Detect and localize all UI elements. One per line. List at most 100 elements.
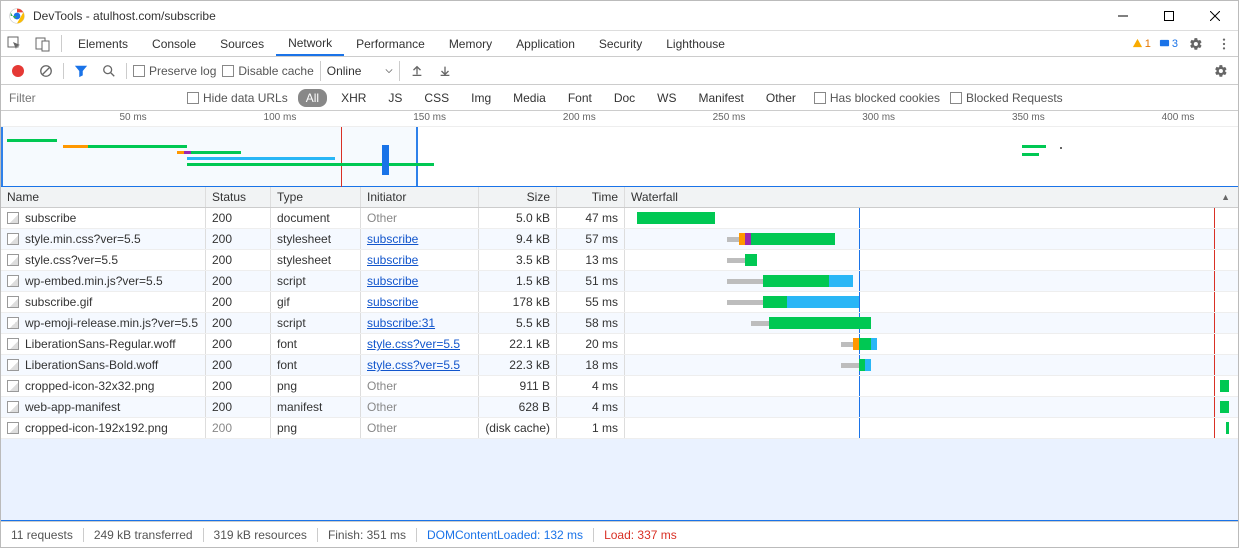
minimize-button[interactable] bbox=[1100, 1, 1146, 31]
filter-type-img[interactable]: Img bbox=[463, 89, 499, 107]
table-row[interactable]: web-app-manifest200manifestOther628 B4 m… bbox=[1, 397, 1238, 418]
tab-console[interactable]: Console bbox=[140, 31, 208, 56]
request-type: font bbox=[271, 355, 361, 375]
upload-har-icon[interactable] bbox=[406, 60, 428, 82]
download-har-icon[interactable] bbox=[434, 60, 456, 82]
file-icon bbox=[7, 338, 19, 350]
throttling-select[interactable]: Online bbox=[320, 61, 401, 81]
table-row[interactable]: subscribe200documentOther5.0 kB47 ms bbox=[1, 208, 1238, 229]
request-time: 20 ms bbox=[557, 334, 625, 354]
request-size: 5.5 kB bbox=[479, 313, 557, 333]
request-name: subscribe.gif bbox=[25, 295, 92, 309]
network-settings-icon[interactable] bbox=[1210, 60, 1232, 82]
blocked-requests-checkbox[interactable]: Blocked Requests bbox=[950, 91, 1063, 105]
request-initiator: Other bbox=[361, 418, 479, 438]
filter-type-all[interactable]: All bbox=[298, 89, 327, 107]
table-row[interactable]: wp-emoji-release.min.js?ver=5.5200script… bbox=[1, 313, 1238, 334]
status-requests: 11 requests bbox=[11, 528, 73, 542]
request-status: 200 bbox=[206, 313, 271, 333]
filter-toggle-icon[interactable] bbox=[70, 60, 92, 82]
tab-memory[interactable]: Memory bbox=[437, 31, 504, 56]
close-button[interactable] bbox=[1192, 1, 1238, 31]
clear-button[interactable] bbox=[35, 60, 57, 82]
tab-application[interactable]: Application bbox=[504, 31, 587, 56]
request-waterfall bbox=[625, 376, 1238, 396]
table-row[interactable]: style.css?ver=5.5200stylesheetsubscribe3… bbox=[1, 250, 1238, 271]
tab-performance[interactable]: Performance bbox=[344, 31, 437, 56]
filter-type-xhr[interactable]: XHR bbox=[333, 89, 374, 107]
disable-cache-checkbox[interactable]: Disable cache bbox=[222, 64, 313, 78]
table-row[interactable]: LiberationSans-Bold.woff200fontstyle.css… bbox=[1, 355, 1238, 376]
device-toolbar-icon[interactable] bbox=[29, 31, 57, 56]
has-blocked-cookies-checkbox[interactable]: Has blocked cookies bbox=[814, 91, 940, 105]
table-row[interactable]: wp-embed.min.js?ver=5.5200scriptsubscrib… bbox=[1, 271, 1238, 292]
inspect-element-icon[interactable] bbox=[1, 31, 29, 56]
filter-type-font[interactable]: Font bbox=[560, 89, 600, 107]
request-initiator[interactable]: style.css?ver=5.5 bbox=[361, 334, 479, 354]
request-size: 3.5 kB bbox=[479, 250, 557, 270]
record-button[interactable] bbox=[7, 60, 29, 82]
col-name[interactable]: Name bbox=[1, 187, 206, 207]
status-finish: Finish: 351 ms bbox=[328, 528, 406, 542]
search-icon[interactable] bbox=[98, 60, 120, 82]
request-waterfall bbox=[625, 250, 1238, 270]
col-size[interactable]: Size bbox=[479, 187, 557, 207]
table-row[interactable]: cropped-icon-192x192.png200pngOther(disk… bbox=[1, 418, 1238, 439]
tab-sources[interactable]: Sources bbox=[208, 31, 276, 56]
maximize-button[interactable] bbox=[1146, 1, 1192, 31]
request-size: 911 B bbox=[479, 376, 557, 396]
chrome-icon bbox=[9, 8, 25, 24]
request-initiator[interactable]: subscribe:31 bbox=[361, 313, 479, 333]
request-name: cropped-icon-192x192.png bbox=[25, 421, 168, 435]
more-menu-icon[interactable] bbox=[1210, 31, 1238, 56]
filter-type-manifest[interactable]: Manifest bbox=[691, 89, 752, 107]
table-header[interactable]: Name Status Type Initiator Size Time Wat… bbox=[1, 187, 1238, 208]
filter-type-other[interactable]: Other bbox=[758, 89, 804, 107]
filter-type-doc[interactable]: Doc bbox=[606, 89, 643, 107]
table-row[interactable]: subscribe.gif200gifsubscribe178 kB55 ms bbox=[1, 292, 1238, 313]
request-type: stylesheet bbox=[271, 250, 361, 270]
col-status[interactable]: Status bbox=[206, 187, 271, 207]
filter-type-css[interactable]: CSS bbox=[416, 89, 457, 107]
request-waterfall bbox=[625, 271, 1238, 291]
col-initiator[interactable]: Initiator bbox=[361, 187, 479, 207]
request-initiator[interactable]: subscribe bbox=[361, 250, 479, 270]
request-type: document bbox=[271, 208, 361, 228]
tab-elements[interactable]: Elements bbox=[66, 31, 140, 56]
filter-input[interactable] bbox=[7, 88, 177, 108]
table-row[interactable]: style.min.css?ver=5.5200stylesheetsubscr… bbox=[1, 229, 1238, 250]
file-icon bbox=[7, 401, 19, 413]
request-initiator[interactable]: style.css?ver=5.5 bbox=[361, 355, 479, 375]
col-type[interactable]: Type bbox=[271, 187, 361, 207]
request-initiator: Other bbox=[361, 397, 479, 417]
col-time[interactable]: Time bbox=[557, 187, 625, 207]
table-row[interactable]: LiberationSans-Regular.woff200fontstyle.… bbox=[1, 334, 1238, 355]
file-icon bbox=[7, 275, 19, 287]
filter-type-ws[interactable]: WS bbox=[649, 89, 684, 107]
request-status: 200 bbox=[206, 250, 271, 270]
preserve-log-checkbox[interactable]: Preserve log bbox=[133, 64, 216, 78]
request-waterfall bbox=[625, 334, 1238, 354]
col-waterfall[interactable]: Waterfall bbox=[625, 187, 1238, 207]
tab-network[interactable]: Network bbox=[276, 31, 344, 56]
tab-lighthouse[interactable]: Lighthouse bbox=[654, 31, 737, 56]
settings-gear-icon[interactable] bbox=[1182, 31, 1210, 56]
request-waterfall bbox=[625, 292, 1238, 312]
request-initiator[interactable]: subscribe bbox=[361, 292, 479, 312]
request-waterfall bbox=[625, 208, 1238, 228]
request-initiator[interactable]: subscribe bbox=[361, 271, 479, 291]
filter-type-js[interactable]: JS bbox=[380, 89, 410, 107]
table-row[interactable]: cropped-icon-32x32.png200pngOther911 B4 … bbox=[1, 376, 1238, 397]
warnings-badge[interactable]: 1 bbox=[1128, 31, 1155, 56]
request-name: style.min.css?ver=5.5 bbox=[25, 232, 141, 246]
tab-security[interactable]: Security bbox=[587, 31, 654, 56]
hide-data-urls-checkbox[interactable]: Hide data URLs bbox=[187, 91, 288, 105]
request-initiator[interactable]: subscribe bbox=[361, 229, 479, 249]
messages-badge[interactable]: 3 bbox=[1155, 31, 1182, 56]
request-type: png bbox=[271, 376, 361, 396]
request-name: cropped-icon-32x32.png bbox=[25, 379, 154, 393]
filter-type-media[interactable]: Media bbox=[505, 89, 554, 107]
request-type: manifest bbox=[271, 397, 361, 417]
request-type: gif bbox=[271, 292, 361, 312]
timeline-overview[interactable]: 50 ms100 ms150 ms200 ms250 ms300 ms350 m… bbox=[1, 111, 1238, 187]
